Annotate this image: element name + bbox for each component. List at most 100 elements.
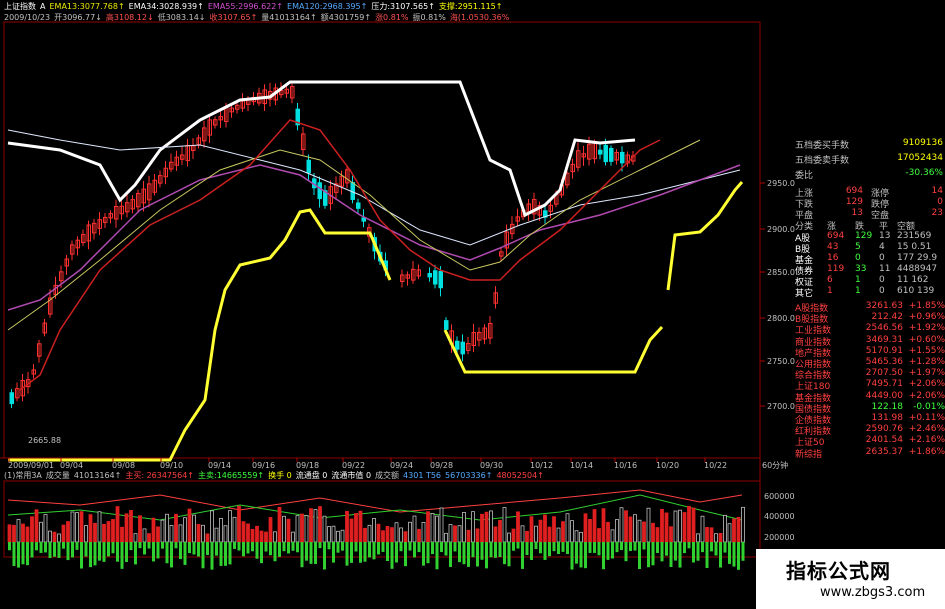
net-flow-bar xyxy=(647,542,650,568)
net-flow-bar xyxy=(35,542,38,551)
volume-bar xyxy=(340,529,345,543)
net-flow-bar xyxy=(71,542,74,558)
indicator-value: 压力:3107.565↑ xyxy=(371,2,435,11)
volume-bar xyxy=(246,523,250,543)
net-flow-bar xyxy=(683,542,686,554)
volume-bar xyxy=(142,528,147,543)
net-flow-bar xyxy=(431,542,434,555)
volume-bar xyxy=(156,526,160,543)
table-row: 其它 1 1 0 610 139 xyxy=(793,286,945,299)
candle-body xyxy=(620,151,625,164)
index-row: 国债指数 122.18 -0.01% xyxy=(793,401,945,415)
volume-tick-label: 200000 xyxy=(764,533,795,542)
volume-bar xyxy=(286,518,291,543)
volume-bar xyxy=(241,521,246,543)
date-tick-label: 09/16 xyxy=(252,461,275,470)
volume-bar xyxy=(691,507,696,543)
volume-bar xyxy=(538,519,543,543)
volume-bar xyxy=(228,510,232,543)
net-flow-bar xyxy=(255,542,259,559)
volume-value: 主买: 26347564↑ xyxy=(125,471,194,480)
net-flow-bar xyxy=(561,542,565,552)
volume-bar xyxy=(57,533,61,543)
volume-bar xyxy=(736,517,741,543)
net-flow-bar xyxy=(354,542,358,552)
candle-body xyxy=(444,320,449,330)
table-cell: 5 xyxy=(855,242,861,252)
volume-bar xyxy=(480,513,484,543)
volume-bar xyxy=(705,527,709,543)
volume-bar xyxy=(12,524,16,543)
table-cell: 15 0.51 xyxy=(897,242,932,252)
indicator-value: EMA120:2968.395↑ xyxy=(287,2,368,11)
candle-body xyxy=(317,182,322,200)
net-flow-bar xyxy=(309,542,313,564)
volume-bar xyxy=(453,525,457,543)
volume-bar xyxy=(642,521,646,543)
low-price-label: 2665.88 xyxy=(28,436,62,445)
index-value: 2401.54 xyxy=(865,435,903,446)
volume-bar xyxy=(430,513,435,543)
volume-bar xyxy=(385,526,390,543)
volume-bar xyxy=(714,533,718,543)
table-cell: 1 xyxy=(827,286,833,296)
volume-bar xyxy=(133,533,138,543)
net-flow-bar xyxy=(314,542,317,564)
volume-bar xyxy=(322,515,327,543)
net-flow-bar xyxy=(264,542,268,552)
volume-value: 流通市值 0 xyxy=(331,471,372,480)
volume-bar xyxy=(255,525,259,543)
net-flow-bar xyxy=(332,542,335,563)
net-flow-bar xyxy=(215,542,218,556)
index-value: 2590.76 xyxy=(865,424,903,435)
volume-bar xyxy=(619,507,624,543)
support-line-3 xyxy=(666,181,744,291)
net-flow-bar xyxy=(467,542,470,567)
table-cell: 11 xyxy=(879,264,891,274)
net-flow-bar xyxy=(12,542,16,566)
volume-bar xyxy=(97,511,102,543)
ema34-line xyxy=(7,139,701,331)
net-flow-bar xyxy=(615,542,619,553)
net-flow-bar xyxy=(552,542,556,552)
volume-bar xyxy=(183,517,187,543)
table-cell: 1 xyxy=(855,275,861,285)
date-tick-label: 09/22 xyxy=(342,461,365,470)
net-flow-bar xyxy=(381,542,385,552)
volume-bar xyxy=(700,515,705,543)
volume-bar xyxy=(187,508,192,543)
candle-body xyxy=(356,202,361,209)
volume-bar xyxy=(201,524,205,543)
volume-bar xyxy=(273,531,277,543)
volume-bar xyxy=(66,521,70,543)
volume-bar xyxy=(615,519,619,543)
volume-bar xyxy=(484,511,489,543)
net-flow-bar xyxy=(53,542,56,557)
table-row: B股 43 5 4 15 0.51 xyxy=(793,242,945,255)
volume-bar xyxy=(358,510,363,543)
index-value: 2546.56 xyxy=(865,323,903,334)
net-flow-bar xyxy=(372,542,376,560)
candle-body xyxy=(460,341,465,355)
net-flow-bar xyxy=(458,542,461,563)
net-flow-bar xyxy=(579,542,583,568)
date-tick-label: 09/18 xyxy=(296,461,319,470)
net-flow-bar xyxy=(188,542,191,554)
volume-bar xyxy=(421,522,426,543)
net-flow-bar xyxy=(732,542,736,567)
date-tick-label: 09/14 xyxy=(208,461,231,470)
net-flow-bar xyxy=(570,542,574,570)
index-change: -0.01% xyxy=(913,401,945,412)
table-cell: 43 xyxy=(827,242,839,252)
net-flow-bar xyxy=(485,542,488,569)
volume-bar xyxy=(151,517,156,543)
net-flow-bar xyxy=(39,542,43,553)
volume-bar xyxy=(345,510,349,543)
interval-label[interactable]: 60分钟 xyxy=(762,460,788,471)
index-row: 公用指数 5465.36 +1.28% xyxy=(793,357,945,370)
volume-bar xyxy=(102,523,106,543)
volume-bar xyxy=(115,506,120,543)
ohlc-value: 涨0.81% xyxy=(375,13,409,22)
indicator-value: A xyxy=(40,2,46,11)
volume-bar xyxy=(106,521,111,543)
